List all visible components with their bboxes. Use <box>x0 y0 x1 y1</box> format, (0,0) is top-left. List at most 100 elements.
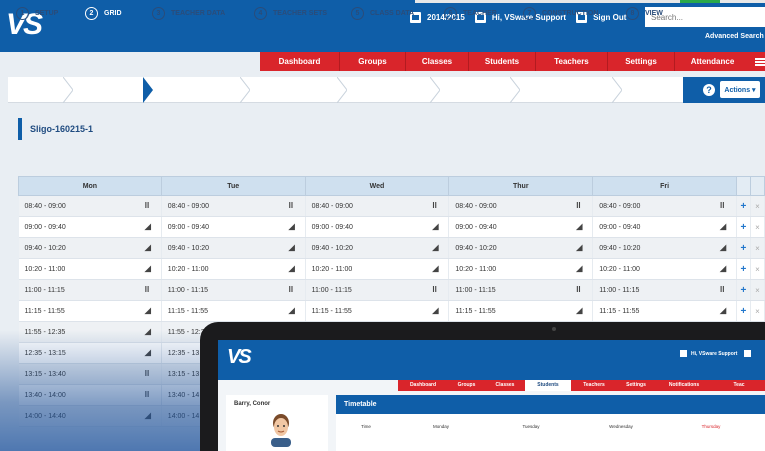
time-slot-cell[interactable]: 11:00 - 11:15 ll <box>161 279 306 301</box>
nav-teachers[interactable]: Teachers <box>536 52 608 71</box>
step-setup[interactable]: 1 SETUP <box>16 0 58 26</box>
graduation-cap-icon[interactable]: ◢ <box>145 244 153 252</box>
add-row-icon[interactable]: + <box>736 258 751 280</box>
graduation-cap-icon[interactable]: ◢ <box>720 244 728 252</box>
time-slot-cell[interactable]: 10:20 - 11:00 ◢ <box>448 258 594 280</box>
nav-dashboard[interactable]: Dashboard <box>260 52 340 71</box>
add-row-icon[interactable]: + <box>736 237 751 259</box>
graduation-cap-icon[interactable]: ◢ <box>145 265 153 273</box>
time-slot-cell[interactable]: 09:00 - 09:40 ◢ <box>161 216 306 238</box>
graduation-cap-icon[interactable]: ◢ <box>289 307 297 315</box>
graduation-cap-icon[interactable]: ◢ <box>576 265 584 273</box>
add-row-icon[interactable]: + <box>736 216 751 238</box>
graduation-cap-icon[interactable]: ◢ <box>289 223 297 231</box>
nav-classes[interactable]: Classes <box>406 52 469 71</box>
fork-knife-icon[interactable]: ll <box>576 202 584 210</box>
graduation-cap-icon[interactable]: ◢ <box>432 307 440 315</box>
time-slot-cell[interactable]: 11:15 - 11:55 ◢ <box>305 300 450 322</box>
time-slot-cell[interactable]: 09:00 - 09:40 ◢ <box>305 216 450 238</box>
fork-knife-icon[interactable]: ll <box>576 286 584 294</box>
tablet-vs-logo[interactable]: VS <box>227 346 252 369</box>
time-slot-cell[interactable]: 11:00 - 11:15 ll <box>592 279 737 301</box>
delete-row-icon[interactable]: × <box>750 216 765 238</box>
fork-knife-icon[interactable]: ll <box>145 202 153 210</box>
graduation-cap-icon[interactable]: ◢ <box>289 265 297 273</box>
tablet-nav-students[interactable]: Students <box>525 380 571 391</box>
graduation-cap-icon[interactable]: ◢ <box>720 307 728 315</box>
time-slot-cell[interactable]: 08:40 - 09:00 ll <box>18 195 162 217</box>
time-slot-cell[interactable]: 09:40 - 10:20 ◢ <box>592 237 737 259</box>
search-input[interactable] <box>645 7 765 27</box>
nav-settings[interactable]: Settings <box>608 52 675 71</box>
time-slot-cell[interactable]: 11:15 - 11:55 ◢ <box>592 300 737 322</box>
delete-row-icon[interactable]: × <box>750 258 765 280</box>
graduation-cap-icon[interactable]: ◢ <box>289 244 297 252</box>
tablet-nav-teachers[interactable]: Teachers <box>571 380 617 391</box>
time-slot-cell[interactable]: 11:15 - 11:55 ◢ <box>18 300 162 322</box>
time-slot-cell[interactable]: 11:15 - 11:55 ◢ <box>161 300 306 322</box>
graduation-cap-icon[interactable]: ◢ <box>432 265 440 273</box>
graduation-cap-icon[interactable]: ◢ <box>720 223 728 231</box>
time-slot-cell[interactable]: 08:40 - 09:00 ll <box>592 195 737 217</box>
tablet-nav-teachers-more[interactable]: Teac <box>713 380 765 391</box>
graduation-cap-icon[interactable]: ◢ <box>145 307 153 315</box>
fork-knife-icon[interactable]: ll <box>432 286 440 294</box>
time-slot-cell[interactable]: 08:40 - 09:00 ll <box>448 195 594 217</box>
time-slot-cell[interactable]: 09:40 - 10:20 ◢ <box>18 237 162 259</box>
actions-dropdown[interactable]: Actions ▾ <box>720 81 760 98</box>
add-row-icon[interactable]: + <box>736 279 751 301</box>
tablet-nav-classes[interactable]: Classes <box>485 380 525 391</box>
time-slot-cell[interactable]: 09:40 - 10:20 ◢ <box>161 237 306 259</box>
nav-attendance[interactable]: Attendance <box>675 52 750 71</box>
step-grid[interactable]: 2 GRID <box>75 0 143 26</box>
help-icon[interactable]: ? <box>703 84 715 96</box>
graduation-cap-icon[interactable]: ◢ <box>432 244 440 252</box>
graduation-cap-icon[interactable]: ◢ <box>432 223 440 231</box>
nav-groups[interactable]: Groups <box>340 52 406 71</box>
advanced-search-link[interactable]: Advanced Search <box>705 33 764 40</box>
fork-knife-icon[interactable]: ll <box>145 286 153 294</box>
time-slot-cell[interactable]: 09:40 - 10:20 ◢ <box>305 237 450 259</box>
time-slot-cell[interactable]: 11:00 - 11:15 ll <box>448 279 594 301</box>
tablet-nav-settings[interactable]: Settings <box>617 380 655 391</box>
time-slot-cell[interactable]: 10:20 - 11:00 ◢ <box>161 258 306 280</box>
time-slot-cell[interactable]: 11:00 - 11:15 ll <box>18 279 162 301</box>
graduation-cap-icon[interactable]: ◢ <box>720 265 728 273</box>
time-slot-cell[interactable]: 10:20 - 11:00 ◢ <box>18 258 162 280</box>
delete-row-icon[interactable]: × <box>750 279 765 301</box>
time-slot-cell[interactable]: 09:00 - 09:40 ◢ <box>592 216 737 238</box>
add-row-icon[interactable]: + <box>736 195 751 217</box>
tablet-nav-dashboard[interactable]: Dashboard <box>398 380 448 391</box>
step-construction[interactable]: 7 CONSTRUCTION <box>523 0 598 26</box>
step-teacher-sets[interactable]: 4 TEACHER SETS <box>254 0 327 26</box>
fork-knife-icon[interactable]: ll <box>720 202 728 210</box>
graduation-cap-icon[interactable]: ◢ <box>576 223 584 231</box>
add-row-icon[interactable]: + <box>736 300 751 322</box>
delete-row-icon[interactable]: × <box>750 237 765 259</box>
sign-out-icon[interactable] <box>744 350 752 357</box>
time-slot-cell[interactable]: 11:00 - 11:15 ll <box>305 279 450 301</box>
time-slot-cell[interactable]: 09:00 - 09:40 ◢ <box>448 216 594 238</box>
fork-knife-icon[interactable]: ll <box>289 202 297 210</box>
fork-knife-icon[interactable]: ll <box>289 286 297 294</box>
graduation-cap-icon[interactable]: ◢ <box>576 307 584 315</box>
tablet-nav-groups[interactable]: Groups <box>448 380 485 391</box>
time-slot-cell[interactable]: 10:20 - 11:00 ◢ <box>592 258 737 280</box>
fork-knife-icon[interactable]: ll <box>720 286 728 294</box>
delete-row-icon[interactable]: × <box>750 195 765 217</box>
graduation-cap-icon[interactable]: ◢ <box>145 223 153 231</box>
tablet-nav-notifications[interactable]: Notifications <box>655 380 713 391</box>
graduation-cap-icon[interactable]: ◢ <box>576 244 584 252</box>
step-teacher[interactable]: 6 TEACHER <box>444 0 497 26</box>
fork-knife-icon[interactable]: ll <box>432 202 440 210</box>
time-slot-cell[interactable]: 08:40 - 09:00 ll <box>161 195 306 217</box>
menu-icon[interactable] <box>755 58 765 66</box>
delete-row-icon[interactable]: × <box>750 300 765 322</box>
time-slot-cell[interactable]: 09:00 - 09:40 ◢ <box>18 216 162 238</box>
time-slot-cell[interactable]: 10:20 - 11:00 ◢ <box>305 258 450 280</box>
step-view[interactable]: 8 VIEW <box>626 0 663 26</box>
time-slot-cell[interactable]: 11:15 - 11:55 ◢ <box>448 300 594 322</box>
tablet-user-greeting[interactable]: Hi, VSware Support <box>691 351 737 357</box>
nav-students[interactable]: Students <box>469 52 536 71</box>
time-slot-cell[interactable]: 09:40 - 10:20 ◢ <box>448 237 594 259</box>
